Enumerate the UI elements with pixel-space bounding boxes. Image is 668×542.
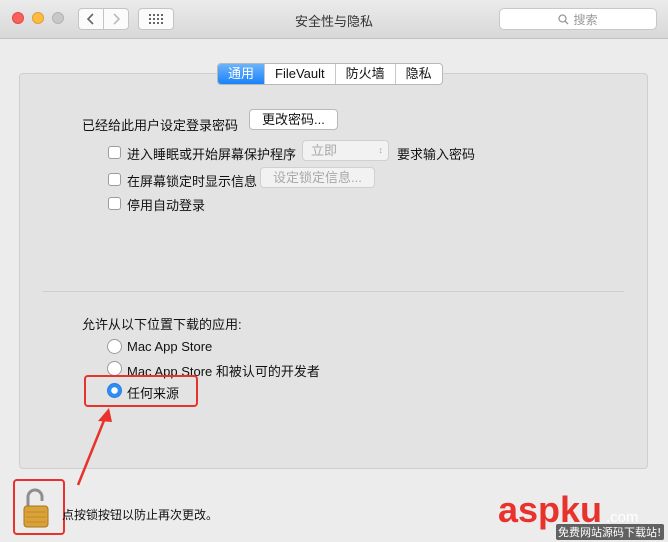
change-password-button[interactable]: 更改密码... bbox=[249, 109, 338, 130]
password-set-label: 已经给此用户设定登录密码 bbox=[82, 118, 239, 133]
watermark-tagline: 免费网站源码下载站! bbox=[558, 525, 661, 539]
tab-privacy[interactable]: 隐私 bbox=[394, 64, 442, 84]
chevron-updown-icon: ↕ bbox=[378, 145, 384, 155]
lock-instruction-label: 点按锁按钮以防止再次更改。 bbox=[62, 508, 219, 522]
require-password-label: 进入睡眠或开始屏幕保护程序 bbox=[127, 147, 297, 162]
title-bar: 安全性与隐私 搜索 bbox=[0, 0, 668, 39]
section-divider bbox=[42, 291, 624, 292]
tab-bar: 通用 FileVault 防火墙 隐私 bbox=[217, 63, 443, 85]
watermark-logo: aspku .com 免费网站源码下载站! bbox=[498, 489, 664, 540]
require-password-checkbox[interactable] bbox=[108, 146, 121, 159]
annotation-highlight-box bbox=[84, 375, 198, 407]
search-icon bbox=[558, 13, 569, 24]
download-source-heading: 允许从以下位置下载的应用: bbox=[82, 317, 242, 332]
disable-autologin-label: 停用自动登录 bbox=[127, 198, 206, 213]
search-field[interactable]: 搜索 bbox=[499, 8, 657, 30]
annotation-arrow-icon bbox=[76, 408, 112, 486]
set-lock-message-button[interactable]: 设定锁定信息... bbox=[260, 167, 375, 188]
require-password-delay-select[interactable]: 立即 ↕ bbox=[302, 140, 389, 161]
radio-app-store-identified[interactable] bbox=[107, 361, 122, 376]
show-lock-message-label: 在屏幕锁定时显示信息 bbox=[127, 174, 258, 189]
require-password-suffix: 要求输入密码 bbox=[397, 147, 476, 162]
require-password-delay-value: 立即 bbox=[311, 143, 338, 158]
disable-autologin-checkbox[interactable] bbox=[108, 197, 121, 210]
tab-general[interactable]: 通用 bbox=[218, 64, 265, 84]
tab-filevault[interactable]: FileVault bbox=[264, 64, 335, 84]
annotation-lock-highlight bbox=[13, 479, 65, 535]
watermark-suffix: .com bbox=[606, 509, 639, 526]
search-placeholder: 搜索 bbox=[573, 12, 598, 27]
radio-mac-app-store[interactable] bbox=[107, 339, 122, 354]
show-lock-message-checkbox[interactable] bbox=[108, 173, 121, 186]
tab-firewall[interactable]: 防火墙 bbox=[334, 64, 395, 84]
watermark-brand: aspku bbox=[498, 489, 602, 530]
option-mac-app-store-label: Mac App Store bbox=[127, 339, 213, 354]
